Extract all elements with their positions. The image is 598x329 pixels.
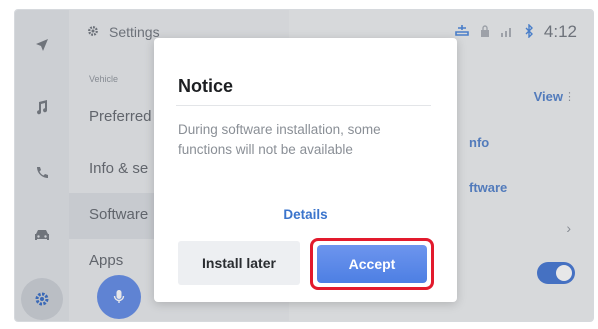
dialog-message: During software installation, some funct… (178, 122, 381, 157)
notice-dialog: Notice During software installation, som… (154, 38, 457, 302)
accept-button[interactable]: Accept (317, 245, 427, 283)
accept-highlight-ring: Accept (310, 238, 434, 290)
dialog-title: Notice (178, 76, 234, 96)
details-link[interactable]: Details (154, 207, 457, 222)
dialog-divider (176, 105, 431, 106)
infotainment-screen: Settings Vehicle Preferred Info & se Sof… (14, 9, 594, 322)
install-later-button[interactable]: Install later (178, 241, 300, 285)
